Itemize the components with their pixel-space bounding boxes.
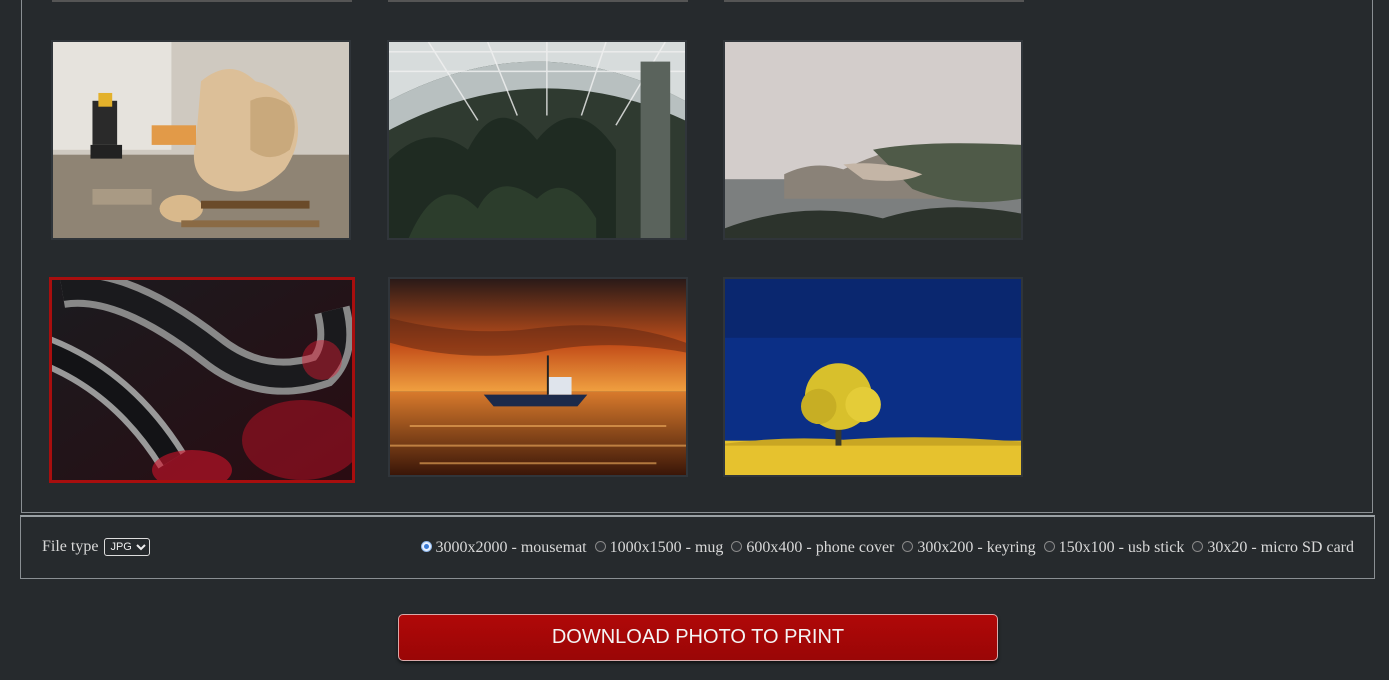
photo-glasshouse[interactable] <box>387 40 687 240</box>
size-radio-mousemat[interactable] <box>420 541 432 552</box>
print-size-options: 3000x2000 - mousemat 1000x1500 - mug 600… <box>417 539 1354 557</box>
size-label-micro-sd[interactable]: 30x20 - micro SD card <box>1207 539 1354 556</box>
partial-photo[interactable] <box>388 0 688 2</box>
size-radio-usb-stick[interactable] <box>1043 541 1055 552</box>
yellow-tree-image <box>725 279 1021 475</box>
size-radio-keyring[interactable] <box>902 541 914 552</box>
size-radio-mug[interactable] <box>594 541 606 552</box>
print-options-panel: File type JPG 3000x2000 - mousemat 1000x… <box>20 515 1375 579</box>
size-radio-phone-cover[interactable] <box>731 541 743 552</box>
partial-photo[interactable] <box>724 0 1024 2</box>
coastline-image <box>725 42 1021 238</box>
file-type-control: File type JPG <box>42 538 151 556</box>
file-type-label: File type <box>42 538 99 555</box>
partial-photo[interactable] <box>52 0 352 2</box>
file-type-select[interactable]: JPG <box>104 538 151 556</box>
sunset-boat-image <box>390 279 686 475</box>
size-label-mug[interactable]: 1000x1500 - mug <box>610 539 724 556</box>
size-label-phone-cover[interactable]: 600x400 - phone cover <box>746 539 894 556</box>
size-label-keyring[interactable]: 300x200 - keyring <box>917 539 1035 556</box>
workbench-image <box>53 42 349 238</box>
size-label-usb-stick[interactable]: 150x100 - usb stick <box>1059 539 1185 556</box>
glasshouse-image <box>389 42 685 238</box>
chrome-abstract-image <box>52 280 352 480</box>
photo-sunset-boat[interactable] <box>388 277 688 477</box>
download-button[interactable]: DOWNLOAD PHOTO TO PRINT <box>398 614 998 661</box>
photo-chrome-abstract[interactable] <box>49 277 355 483</box>
size-label-mousemat[interactable]: 3000x2000 - mousemat <box>436 539 587 556</box>
size-radio-micro-sd[interactable] <box>1192 541 1204 552</box>
photo-workbench[interactable] <box>51 40 351 240</box>
photo-coastline[interactable] <box>723 40 1023 240</box>
photo-yellow-tree[interactable] <box>723 277 1023 477</box>
photo-gallery <box>21 0 1373 513</box>
